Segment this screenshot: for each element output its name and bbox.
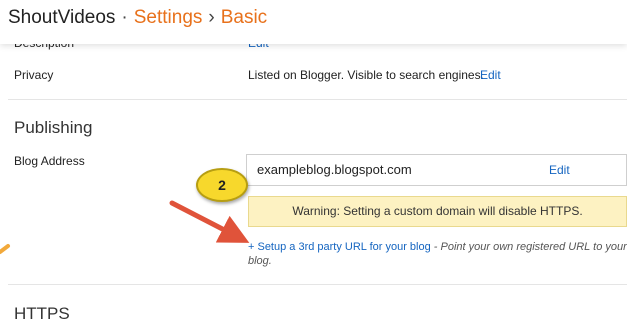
breadcrumb-separator-dot: · <box>121 7 128 28</box>
top-header: ShoutVideos · Settings › Basic <box>0 0 627 44</box>
step-badge: 2 <box>196 168 248 202</box>
settings-page: ShoutVideos·Settings›Basic Description E… <box>0 0 627 329</box>
annotation-arrow-offscreen <box>0 244 10 254</box>
breadcrumb-settings[interactable]: Settings <box>134 7 203 28</box>
breadcrumb-basic: Basic <box>220 7 268 28</box>
breadcrumb-blog-name[interactable]: ShoutVideos <box>8 7 115 28</box>
annotation-arrow <box>169 200 250 243</box>
breadcrumb-separator-chevron: › <box>208 7 215 28</box>
annotation-arrows <box>0 200 250 254</box>
breadcrumb: ShoutVideos · Settings › Basic <box>8 6 267 30</box>
